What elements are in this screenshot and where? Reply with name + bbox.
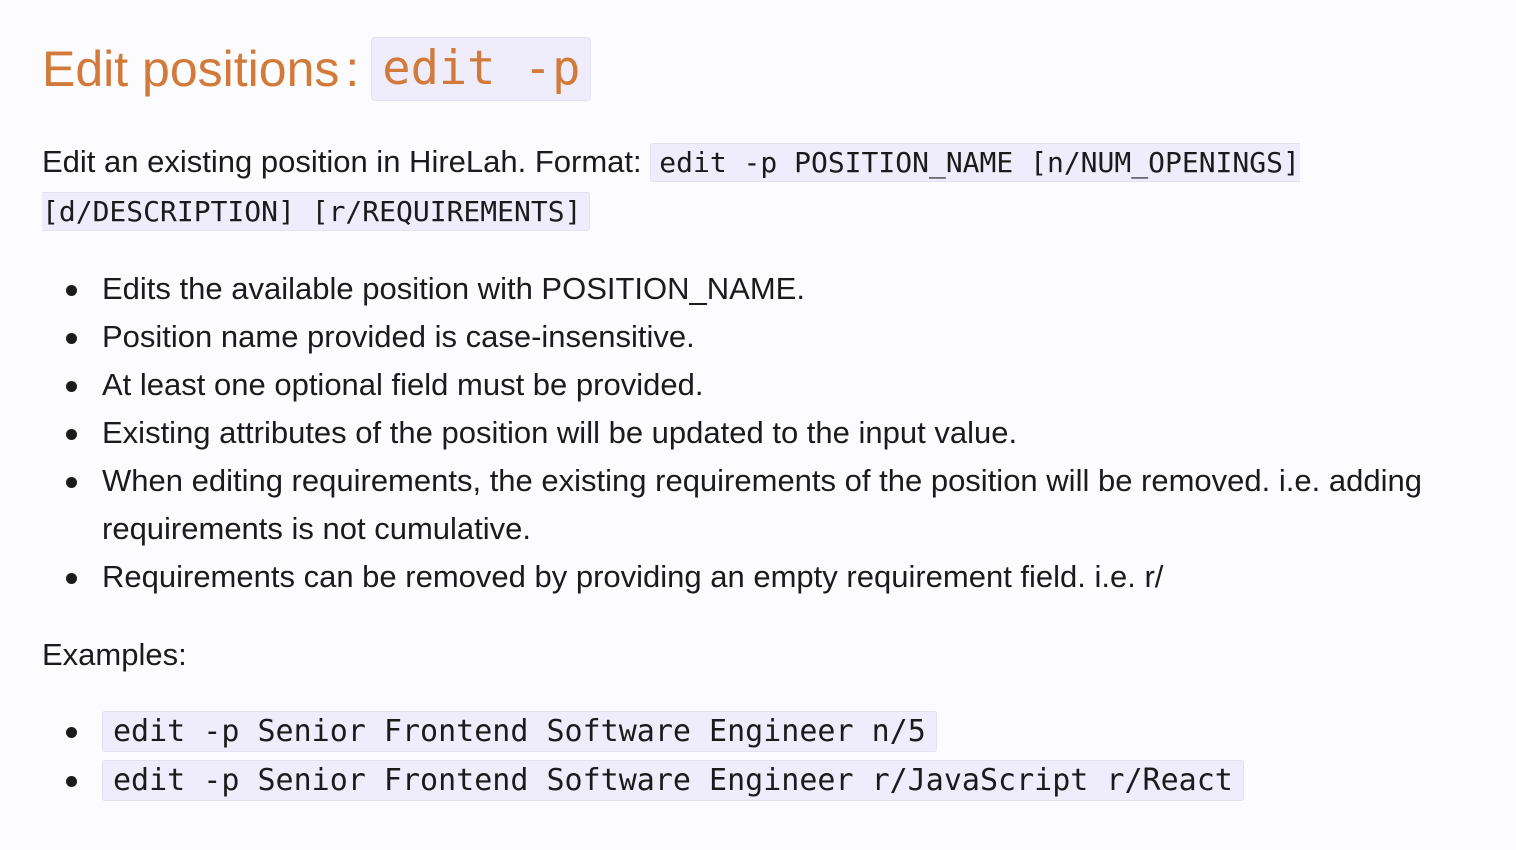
examples-list: edit -p Senior Frontend Software Enginee… xyxy=(42,707,1516,805)
rules-list: Edits the available position with POSITI… xyxy=(42,265,1516,601)
list-item: Existing attributes of the position will… xyxy=(66,409,1516,457)
section-heading: Edit positions : edit -p xyxy=(42,34,1516,104)
list-item: When editing requirements, the existing … xyxy=(66,457,1516,553)
heading-text: Edit positions xyxy=(42,41,340,97)
list-item: At least one optional field must be prov… xyxy=(66,361,1516,409)
doc-page: Edit positions : edit -p Edit an existin… xyxy=(0,0,1516,805)
example-item: edit -p Senior Frontend Software Enginee… xyxy=(66,756,1516,805)
example-code: edit -p Senior Frontend Software Enginee… xyxy=(102,760,1244,801)
heading-separator: : xyxy=(345,41,360,97)
list-item: Position name provided is case-insensiti… xyxy=(66,313,1516,361)
heading-command-code: edit -p xyxy=(371,37,592,101)
intro-text: Edit an existing position in HireLah. Fo… xyxy=(42,144,651,179)
examples-label: Examples: xyxy=(42,637,187,672)
intro-paragraph: Edit an existing position in HireLah. Fo… xyxy=(42,138,1462,236)
list-item: Requirements can be removed by providing… xyxy=(66,553,1516,601)
list-item: Edits the available position with POSITI… xyxy=(66,265,1516,313)
example-item: edit -p Senior Frontend Software Enginee… xyxy=(66,707,1516,756)
example-code: edit -p Senior Frontend Software Enginee… xyxy=(102,711,937,752)
